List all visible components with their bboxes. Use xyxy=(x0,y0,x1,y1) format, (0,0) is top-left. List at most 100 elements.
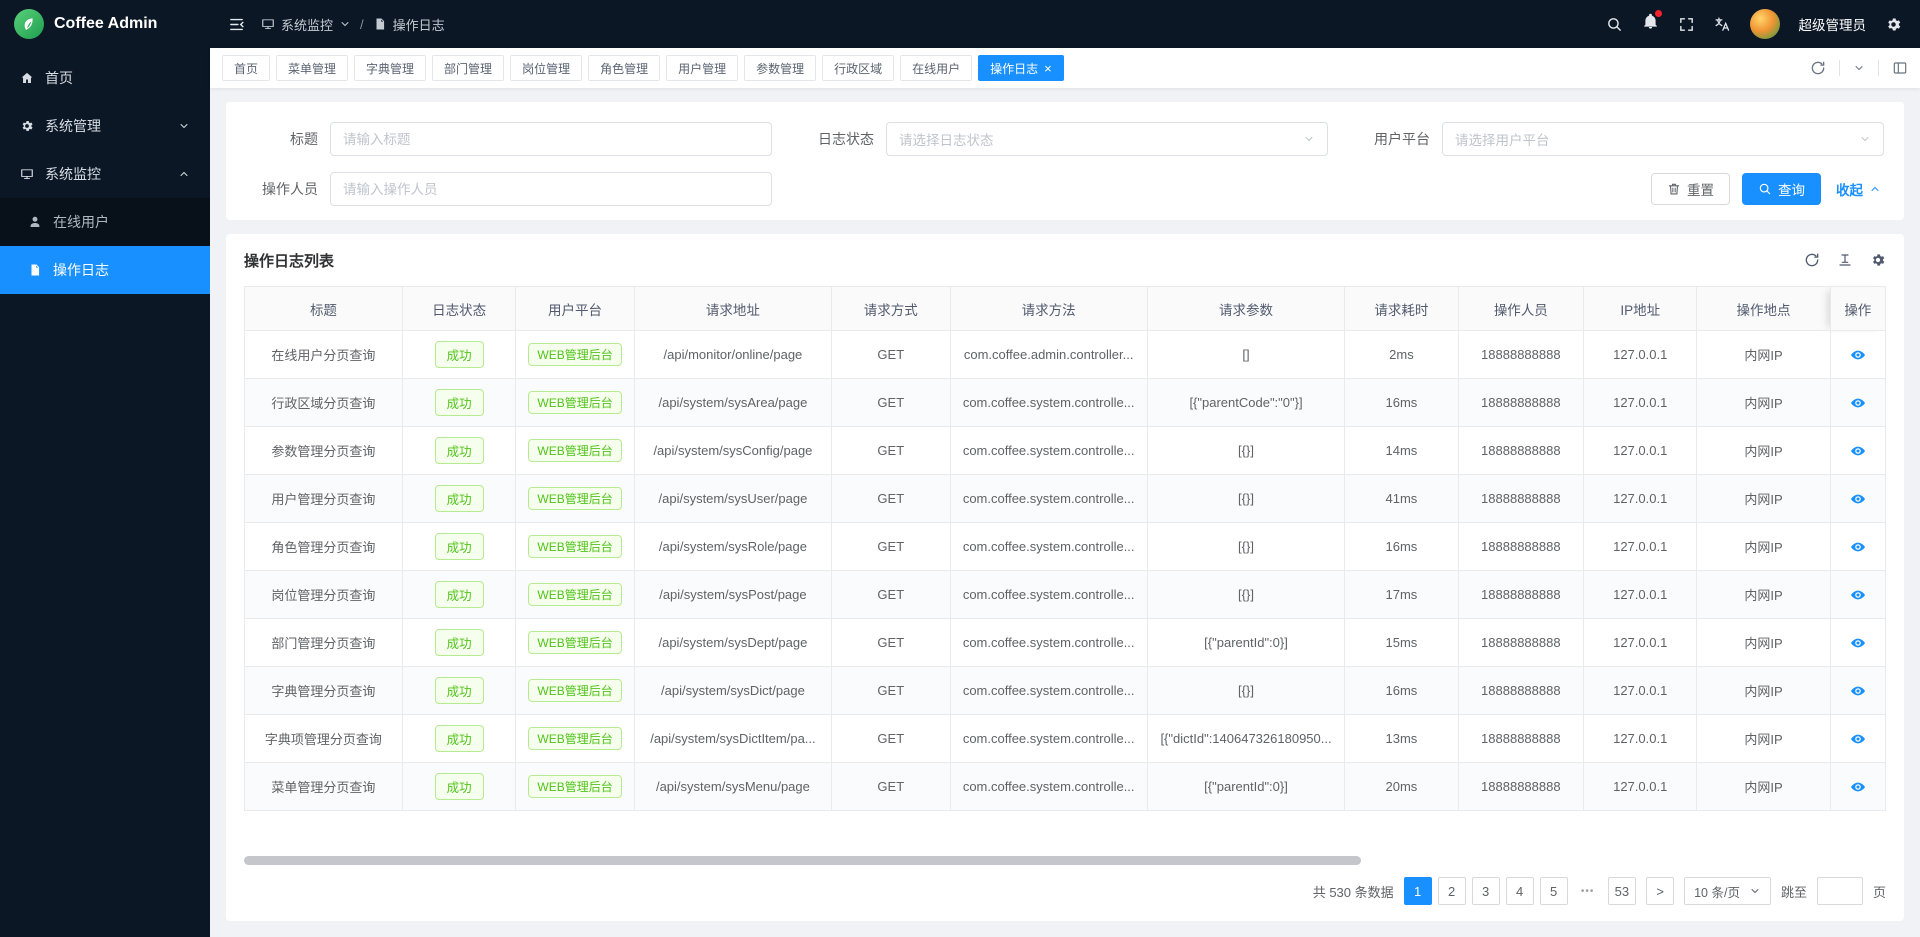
cell-request-url: /api/system/sysDept/page xyxy=(634,619,831,667)
cell-request-method: GET xyxy=(832,715,950,763)
tab-item[interactable]: 字典管理 xyxy=(354,55,426,81)
breadcrumb-current-label: 操作日志 xyxy=(393,15,445,34)
view-icon[interactable] xyxy=(1850,443,1866,459)
fullscreen-icon[interactable] xyxy=(1678,16,1695,33)
cell-operator: 18888888888 xyxy=(1458,571,1583,619)
operation-log-table: 标题日志状态用户平台请求地址请求方式请求方法请求参数请求耗时操作人员IP地址操作… xyxy=(244,286,1886,811)
tab-item[interactable]: 操作日志× xyxy=(978,55,1064,81)
tab-label: 部门管理 xyxy=(444,60,492,77)
tab-item[interactable]: 部门管理 xyxy=(432,55,504,81)
sidebar-item-system-management[interactable]: 系统管理 xyxy=(0,102,210,150)
page-button[interactable]: 1 xyxy=(1404,877,1432,905)
tab-label: 行政区域 xyxy=(834,60,882,77)
search-icon[interactable] xyxy=(1606,16,1623,33)
close-icon[interactable]: × xyxy=(1044,62,1052,75)
page-button[interactable]: 3 xyxy=(1472,877,1500,905)
reset-button[interactable]: 重置 xyxy=(1651,173,1730,205)
sidebar: Coffee Admin 首页系统管理系统监控在线用户操作日志 xyxy=(0,0,210,937)
tab-item[interactable]: 菜单管理 xyxy=(276,55,348,81)
view-icon[interactable] xyxy=(1850,731,1866,747)
layout-icon[interactable] xyxy=(1892,60,1908,76)
sidebar-item-online-users[interactable]: 在线用户 xyxy=(0,198,210,246)
cell-request-url: /api/system/sysDictItem/pa... xyxy=(634,715,831,763)
chevron-down-icon xyxy=(1749,885,1761,897)
status-badge: 成功 xyxy=(435,533,484,560)
sidebar-item-label: 操作日志 xyxy=(53,260,109,280)
cell-ip: 127.0.0.1 xyxy=(1583,715,1696,763)
column-header: IP地址 xyxy=(1583,287,1696,331)
search-icon xyxy=(1758,182,1772,196)
tab-menu-chevron-icon[interactable] xyxy=(1853,62,1865,74)
status-select[interactable]: 请选择日志状态 xyxy=(886,122,1328,156)
cell-actions xyxy=(1830,331,1885,379)
tab-item[interactable]: 行政区域 xyxy=(822,55,894,81)
next-page-button[interactable]: > xyxy=(1646,877,1674,905)
sidebar-item-system-monitor[interactable]: 系统监控 xyxy=(0,150,210,198)
view-icon[interactable] xyxy=(1850,587,1866,603)
pagination-pages: 12345•••53 xyxy=(1404,877,1636,905)
tab-item[interactable]: 岗位管理 xyxy=(510,55,582,81)
cell-operator: 18888888888 xyxy=(1458,523,1583,571)
refresh-icon[interactable] xyxy=(1804,252,1820,268)
tab-label: 在线用户 xyxy=(912,60,960,77)
column-settings-icon[interactable] xyxy=(1870,252,1886,268)
cell-location: 内网IP xyxy=(1697,523,1830,571)
search-button[interactable]: 查询 xyxy=(1742,173,1821,205)
density-icon[interactable] xyxy=(1837,252,1853,268)
view-icon[interactable] xyxy=(1850,491,1866,507)
cell-params: [{}] xyxy=(1147,571,1344,619)
tab-item[interactable]: 角色管理 xyxy=(588,55,660,81)
view-icon[interactable] xyxy=(1850,683,1866,699)
sidebar-item-home[interactable]: 首页 xyxy=(0,54,210,102)
sidebar-item-label: 系统监控 xyxy=(45,164,101,184)
cell-ip: 127.0.0.1 xyxy=(1583,571,1696,619)
tab-item[interactable]: 参数管理 xyxy=(744,55,816,81)
page-button[interactable]: 2 xyxy=(1438,877,1466,905)
notification-button[interactable] xyxy=(1642,13,1659,35)
page-size-select[interactable]: 10 条/页 xyxy=(1684,877,1771,905)
view-icon[interactable] xyxy=(1850,395,1866,411)
sidebar-item-operation-log[interactable]: 操作日志 xyxy=(0,246,210,294)
scrollbar-thumb[interactable] xyxy=(244,856,1361,865)
menu-fold-icon[interactable] xyxy=(228,16,245,33)
cell-location: 内网IP xyxy=(1697,427,1830,475)
platform-badge: WEB管理后台 xyxy=(528,631,621,654)
tab-refresh-icon[interactable] xyxy=(1810,60,1826,76)
cell-params: [{}] xyxy=(1147,475,1344,523)
cell-params: [{"parentCode":"0"}] xyxy=(1147,379,1344,427)
logo-text: Coffee Admin xyxy=(54,15,157,33)
view-icon[interactable] xyxy=(1850,347,1866,363)
page-button[interactable]: 4 xyxy=(1506,877,1534,905)
logo[interactable]: Coffee Admin xyxy=(0,0,210,48)
collapse-button[interactable]: 收起 xyxy=(1833,173,1884,205)
breadcrumb-parent[interactable]: 系统监控 xyxy=(261,15,351,34)
breadcrumb-current: 操作日志 xyxy=(373,15,445,34)
cell-location: 内网IP xyxy=(1697,571,1830,619)
cell-params: [{}] xyxy=(1147,427,1344,475)
spacer xyxy=(244,811,1886,856)
tab-item[interactable]: 在线用户 xyxy=(900,55,972,81)
pagination: 共 530 条数据 12345•••53 > 10 条/页 跳至 页 xyxy=(244,877,1886,911)
table-row: 岗位管理分页查询成功WEB管理后台/api/system/sysPost/pag… xyxy=(245,571,1886,619)
cell-ip: 127.0.0.1 xyxy=(1583,619,1696,667)
view-icon[interactable] xyxy=(1850,779,1866,795)
settings-gear-icon[interactable] xyxy=(1885,16,1902,33)
page-button[interactable]: 5 xyxy=(1540,877,1568,905)
avatar[interactable] xyxy=(1750,9,1780,39)
tab-item[interactable]: 首页 xyxy=(222,55,270,81)
page-button[interactable]: 53 xyxy=(1608,877,1636,905)
platform-select[interactable]: 请选择用户平台 xyxy=(1442,122,1884,156)
table-row: 菜单管理分页查询成功WEB管理后台/api/system/sysMenu/pag… xyxy=(245,763,1886,811)
username[interactable]: 超级管理员 xyxy=(1799,14,1867,34)
operator-input[interactable] xyxy=(330,172,772,206)
logo-icon xyxy=(14,9,44,39)
view-icon[interactable] xyxy=(1850,635,1866,651)
pagination-ellipsis[interactable]: ••• xyxy=(1574,877,1602,905)
translate-icon[interactable] xyxy=(1714,16,1731,33)
platform-badge: WEB管理后台 xyxy=(528,439,621,462)
title-input[interactable] xyxy=(330,122,772,156)
tab-item[interactable]: 用户管理 xyxy=(666,55,738,81)
view-icon[interactable] xyxy=(1850,539,1866,555)
cell-duration: 14ms xyxy=(1345,427,1458,475)
jump-page-input[interactable] xyxy=(1817,877,1863,905)
